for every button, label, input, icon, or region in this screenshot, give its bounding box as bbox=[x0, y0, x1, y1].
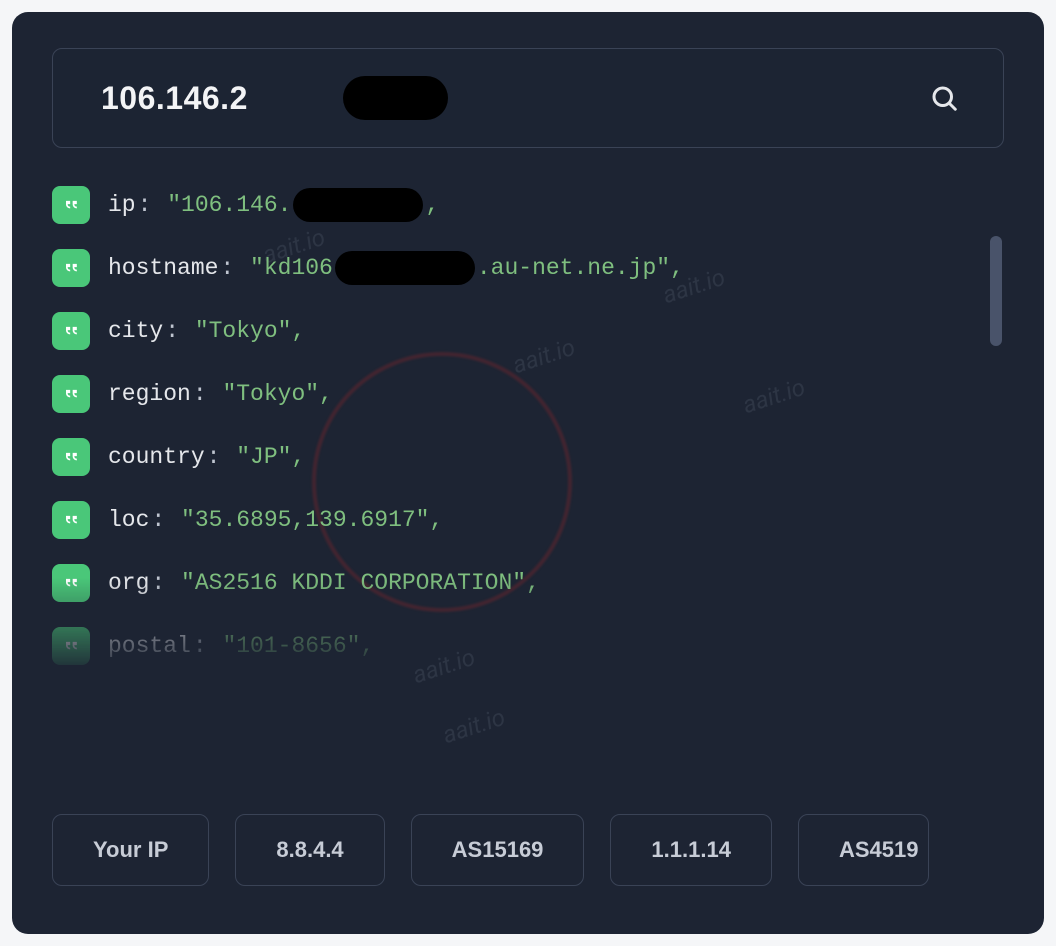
result-key: org bbox=[108, 570, 149, 596]
search-bar bbox=[52, 48, 1004, 148]
quote-icon bbox=[52, 249, 90, 287]
result-text: loc: "35.6895,139.6917", bbox=[108, 507, 443, 533]
result-key: ip bbox=[108, 192, 136, 218]
redaction-block bbox=[335, 251, 475, 285]
result-text: hostname: "kd106.au-net.ne.jp", bbox=[108, 251, 684, 285]
result-key: country bbox=[108, 444, 205, 470]
suggestion-button[interactable]: Your IP bbox=[52, 814, 209, 886]
result-value: "106.146. bbox=[167, 192, 291, 218]
ip-lookup-panel: aait.io aait.io aait.io aait.io aait.io … bbox=[12, 12, 1044, 934]
suggestion-button[interactable]: AS4519 bbox=[798, 814, 930, 886]
result-value: "JP", bbox=[236, 444, 305, 470]
result-text: city: "Tokyo", bbox=[108, 318, 305, 344]
result-row: org: "AS2516 KDDI CORPORATION", bbox=[52, 564, 1004, 602]
result-row: hostname: "kd106.au-net.ne.jp", bbox=[52, 249, 1004, 287]
result-value-tail: , bbox=[425, 192, 439, 218]
redaction-block bbox=[293, 188, 423, 222]
result-row: ip: "106.146., bbox=[52, 186, 1004, 224]
result-row: postal: "101-8656", bbox=[52, 627, 1004, 665]
quote-icon bbox=[52, 564, 90, 602]
result-text: region: "Tokyo", bbox=[108, 381, 333, 407]
result-text: country: "JP", bbox=[108, 444, 305, 470]
result-value: "AS2516 KDDI CORPORATION", bbox=[181, 570, 540, 596]
result-row: country: "JP", bbox=[52, 438, 1004, 476]
search-button[interactable] bbox=[921, 75, 967, 121]
quote-icon bbox=[52, 375, 90, 413]
result-row: loc: "35.6895,139.6917", bbox=[52, 501, 1004, 539]
quote-icon bbox=[52, 501, 90, 539]
result-key: loc bbox=[108, 507, 149, 533]
suggestion-button[interactable]: 8.8.4.4 bbox=[235, 814, 384, 886]
result-value: "Tokyo", bbox=[195, 318, 305, 344]
result-key: city bbox=[108, 318, 163, 344]
result-value: "35.6895,139.6917", bbox=[181, 507, 443, 533]
quote-icon bbox=[52, 438, 90, 476]
result-key: hostname bbox=[108, 255, 218, 281]
scrollbar[interactable] bbox=[990, 236, 1002, 346]
results-list: ip: "106.146.,hostname: "kd106.au-net.ne… bbox=[52, 186, 1004, 676]
result-value: "kd106 bbox=[250, 255, 333, 281]
quote-icon bbox=[52, 186, 90, 224]
result-key: postal bbox=[108, 633, 191, 659]
redaction-block bbox=[343, 76, 448, 120]
result-value: "Tokyo", bbox=[222, 381, 332, 407]
result-text: postal: "101-8656", bbox=[108, 633, 374, 659]
suggestion-button[interactable]: 1.1.1.14 bbox=[610, 814, 772, 886]
result-key: region bbox=[108, 381, 191, 407]
result-value: "101-8656", bbox=[222, 633, 374, 659]
quote-icon bbox=[52, 627, 90, 665]
watermark: aait.io bbox=[439, 703, 508, 749]
suggestion-button[interactable]: AS15169 bbox=[411, 814, 585, 886]
search-icon bbox=[929, 83, 959, 113]
quote-icon bbox=[52, 312, 90, 350]
result-row: region: "Tokyo", bbox=[52, 375, 1004, 413]
result-text: ip: "106.146., bbox=[108, 188, 439, 222]
search-input[interactable] bbox=[101, 80, 921, 117]
result-value-tail: .au-net.ne.jp", bbox=[477, 255, 684, 281]
result-row: city: "Tokyo", bbox=[52, 312, 1004, 350]
suggestions-row: Your IP 8.8.4.4 AS15169 1.1.1.14 AS4519 bbox=[52, 814, 1044, 886]
result-text: org: "AS2516 KDDI CORPORATION", bbox=[108, 570, 540, 596]
